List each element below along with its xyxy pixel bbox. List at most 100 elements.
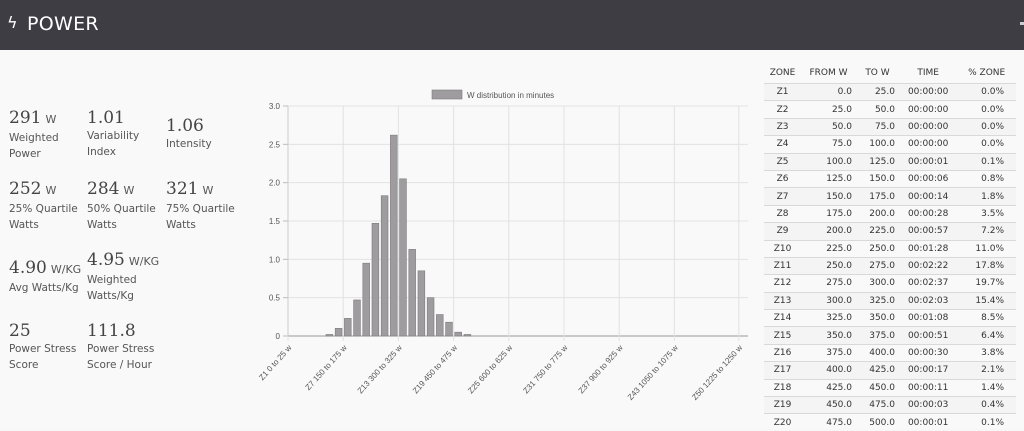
- to-watts-cell: 100.0: [856, 135, 899, 154]
- percent-zone-cell: 0.1%: [957, 152, 1016, 171]
- percent-zone-cell: 1.4%: [957, 378, 1016, 397]
- table-row: Z15 350.0 375.0 00:00:51 6.4%: [764, 326, 1016, 345]
- metric-number: 1.06: [166, 116, 204, 136]
- metric-number: 291: [9, 108, 42, 128]
- time-cell: 00:00:00: [898, 135, 958, 154]
- x-tick-label: Z31 750 to 775 w: [521, 343, 569, 395]
- to-watts-cell: 225.0: [856, 222, 899, 241]
- from-watts-cell: 450.0: [801, 396, 856, 414]
- to-watts-cell: 350.0: [856, 309, 899, 327]
- histogram-bar: [454, 331, 462, 337]
- table-row: Z6 125.0 150.0 00:00:06 0.8%: [764, 169, 1016, 188]
- lightning-bolt-icon: ϟ: [7, 13, 18, 32]
- time-cell: 00:00:51: [898, 326, 958, 345]
- zone-cell: Z13: [764, 291, 802, 310]
- table-row: Z18 425.0 450.0 00:00:11 1.4%: [764, 378, 1016, 397]
- metric-number: 1.01: [87, 108, 125, 128]
- metric-variability-index: 1.01 Variability Index: [87, 108, 165, 160]
- zone-cell: Z7: [764, 187, 802, 206]
- table-row: Z7 150.0 175.0 00:00:14 1.8%: [764, 187, 1016, 206]
- percent-zone-cell: 3.5%: [957, 204, 1016, 223]
- y-tick-label: 2.5: [269, 140, 281, 149]
- metric-value: 291 W: [9, 108, 87, 130]
- time-cell: 00:00:01: [898, 152, 958, 171]
- y-tick-label: 1.5: [269, 217, 281, 226]
- time-cell: 00:02:03: [898, 291, 958, 310]
- percent-zone-cell: 7.2%: [957, 222, 1016, 241]
- table-row: Z8 175.0 200.0 00:00:28 3.5%: [764, 204, 1016, 223]
- x-tick-label: Z25 600 to 625 w: [466, 343, 514, 395]
- power-distribution-chart: 0 0.5 1.0 1.5 2.0 2.5 3.0 Z1 0 to 25 w Z7 150 to…: [257, 89, 748, 402]
- y-tick-label: 0: [276, 332, 281, 341]
- metric-unit: W: [123, 184, 135, 197]
- table-row: Z9 200.0 225.0 00:00:57 7.2%: [764, 222, 1016, 241]
- to-watts-cell: 475.0: [856, 396, 899, 414]
- section-title: POWER: [27, 13, 99, 35]
- from-watts-cell: 225.0: [801, 239, 856, 258]
- metric-weighted-power: 291 W Weighted Power: [9, 108, 87, 162]
- metric-number: 4.95: [87, 250, 125, 270]
- metric-number: 321: [166, 179, 199, 199]
- from-watts-cell: 25.0: [801, 100, 856, 119]
- percent-zone-cell: 0.0%: [957, 135, 1016, 154]
- to-watts-cell: 75.0: [856, 117, 899, 136]
- percent-zone-cell: 0.0%: [957, 117, 1016, 136]
- y-tick-label: 1.0: [269, 255, 281, 264]
- metric-power-stress-score: 25 Power Stress Score: [9, 321, 87, 373]
- metric-unit: W/KG: [50, 263, 82, 276]
- metric-value: 321 W: [166, 179, 244, 201]
- percent-zone-cell: 1.8%: [957, 187, 1016, 206]
- percent-zone-cell: 8.5%: [957, 309, 1016, 327]
- to-watts-cell: 250.0: [856, 239, 899, 258]
- zone-cell: Z16: [764, 343, 802, 362]
- metric-label: 50% Quartile Watts: [87, 203, 156, 231]
- power-header: ϟ POWER: [0, 0, 1024, 50]
- zone-table-body: Z1 0.0 25.0 00:00:00 0.0% Z2 25.0 50.0 00:00:00 0…: [764, 82, 1016, 431]
- table-row: Z17 400.0 425.0 00:00:17 2.1%: [764, 361, 1016, 380]
- zone-cell: Z1: [764, 82, 802, 101]
- time-cell: 00:00:00: [898, 117, 958, 136]
- histogram-bar: [426, 297, 435, 337]
- to-watts-cell: 200.0: [856, 204, 899, 223]
- legend-swatch: [431, 89, 463, 100]
- time-cell: 00:00:00: [898, 100, 958, 119]
- to-watts-cell: 375.0: [856, 326, 899, 345]
- from-watts-cell: 400.0: [801, 361, 856, 380]
- percent-zone-cell: 0.0%: [957, 100, 1016, 119]
- table-row: Z19 450.0 475.0 00:00:03 0.4%: [764, 396, 1016, 414]
- metric-label: Weighted Watts/Kg: [87, 274, 137, 302]
- percent-zone-cell: 0.1%: [957, 413, 1016, 431]
- histogram-bar: [408, 249, 416, 337]
- y-tick-label: 3.0: [269, 102, 281, 111]
- metric-unit: W: [202, 184, 214, 197]
- time-cell: 00:02:37: [898, 274, 958, 293]
- histogram-bar: [390, 134, 398, 337]
- time-cell: 00:00:06: [898, 169, 958, 188]
- metric-number: 252: [9, 179, 42, 199]
- metric-25-quartile: 252 W 25% Quartile Watts: [9, 179, 87, 233]
- table-row: Z16 375.0 400.0 00:00:30 3.8%: [764, 343, 1016, 362]
- from-watts-cell: 200.0: [801, 222, 856, 241]
- from-watts-cell: 50.0: [801, 117, 856, 136]
- percent-zone-cell: 0.4%: [957, 396, 1016, 414]
- x-tick-label: Z13 300 to 325 w: [356, 343, 404, 395]
- metric-value: 4.90 W/KG: [9, 258, 87, 280]
- percent-zone-cell: 6.4%: [957, 326, 1016, 345]
- from-watts-cell: 300.0: [801, 291, 856, 310]
- metric-50-quartile: 284 W 50% Quartile Watts: [87, 179, 165, 233]
- histogram-bar: [325, 334, 334, 337]
- column-header: % ZONE: [968, 68, 1006, 78]
- time-cell: 00:01:08: [898, 309, 958, 327]
- histogram-bar: [344, 318, 352, 337]
- table-header-row: ZONE FROM W TO W TIME % ZONE: [764, 63, 1016, 84]
- time-cell: 00:00:00: [898, 82, 958, 101]
- from-watts-cell: 125.0: [801, 169, 856, 188]
- metric-value: 4.95 W/KG: [87, 250, 165, 272]
- histogram-bar: [436, 314, 444, 337]
- x-tick-label: Z43 1050 to 1075 w: [626, 343, 680, 402]
- time-cell: 00:00:30: [898, 343, 958, 362]
- histogram-bar: [399, 178, 407, 337]
- from-watts-cell: 325.0: [801, 309, 856, 327]
- metric-avg-watts-kg: 4.90 W/KG Avg Watts/Kg: [9, 258, 87, 296]
- histogram-bar: [417, 270, 426, 337]
